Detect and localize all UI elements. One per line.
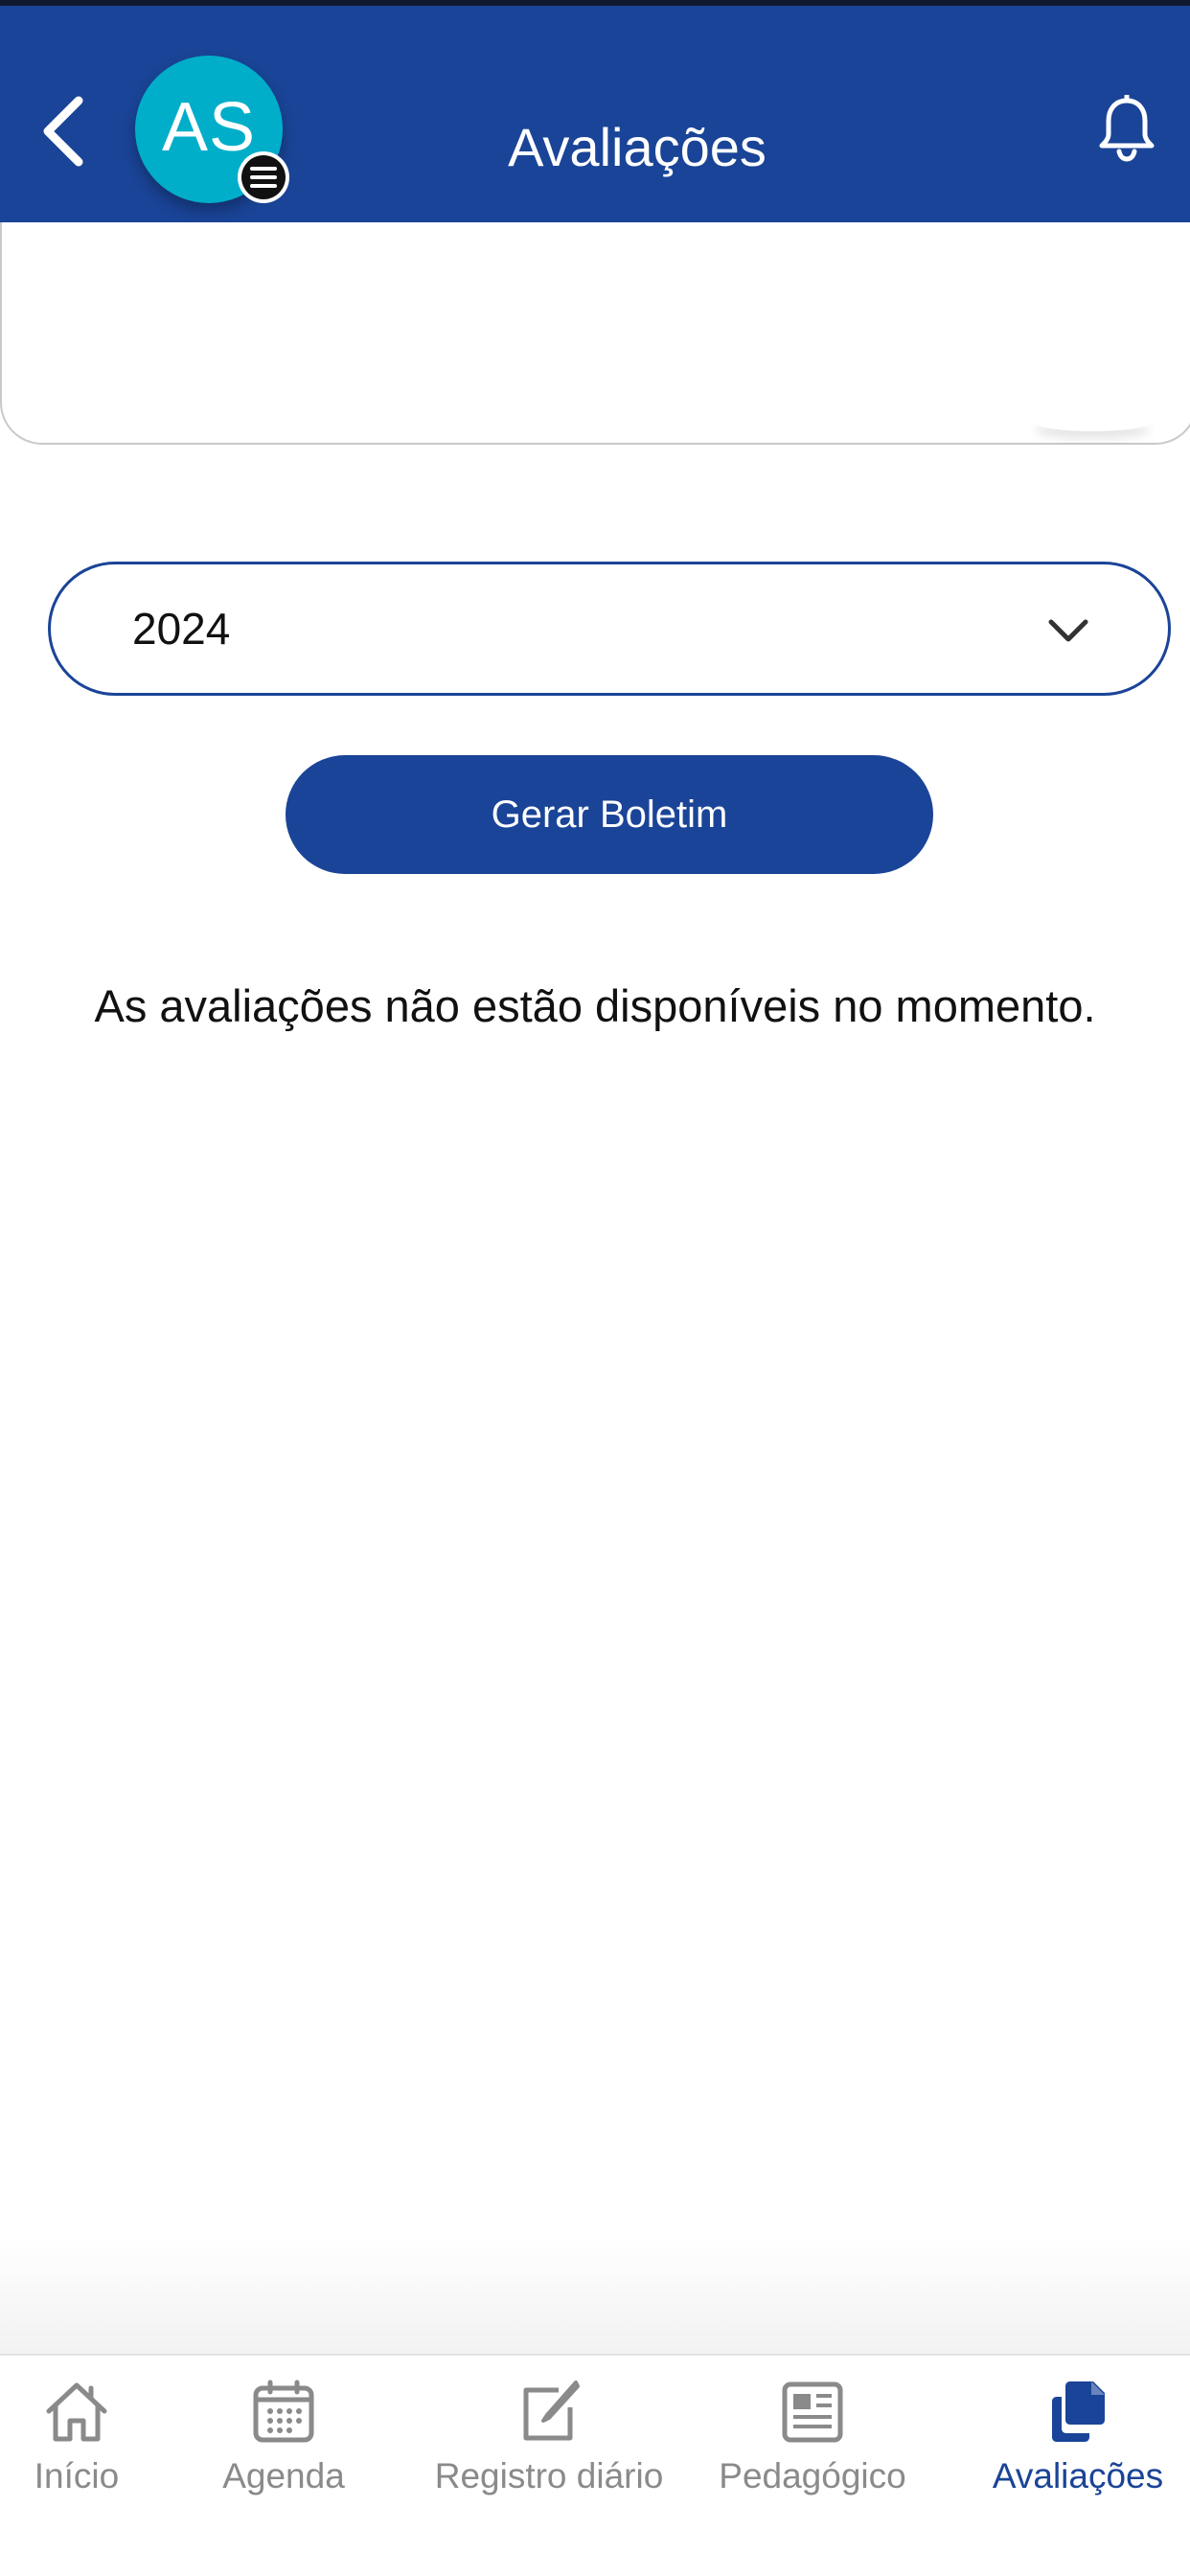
page-title: Avaliações bbox=[508, 117, 767, 177]
bottom-nav-shadow bbox=[0, 2233, 1190, 2354]
empty-state-message: As avaliações não estão disponíveis no m… bbox=[94, 980, 1096, 1031]
nav-label-registro-diario: Registro diário bbox=[434, 2456, 664, 2496]
nav-label-agenda: Agenda bbox=[222, 2456, 345, 2496]
home-icon bbox=[42, 2377, 111, 2446]
app-header: AS Avaliações bbox=[0, 6, 1190, 222]
bell-icon bbox=[1099, 95, 1155, 162]
content-card bbox=[0, 222, 1190, 445]
notifications-button[interactable] bbox=[1088, 86, 1165, 172]
chevron-left-icon bbox=[43, 96, 83, 167]
nav-label-inicio: Início bbox=[34, 2456, 120, 2496]
menu-icon bbox=[241, 155, 286, 199]
edit-icon bbox=[515, 2377, 584, 2446]
bottom-nav: Início Agenda Registro diário Pedagógico… bbox=[0, 2354, 1190, 2576]
chevron-down-icon bbox=[1047, 610, 1089, 653]
nav-item-registro-diario[interactable]: Registro diário bbox=[427, 2377, 671, 2530]
card-shadow bbox=[1035, 414, 1150, 431]
year-select-value: 2024 bbox=[132, 604, 231, 654]
avatar-initials: AS bbox=[161, 89, 257, 166]
avatar-menu-button[interactable] bbox=[238, 151, 289, 203]
back-button[interactable] bbox=[33, 88, 94, 174]
year-select[interactable]: 2024 bbox=[48, 562, 1171, 696]
nav-item-agenda[interactable]: Agenda bbox=[207, 2377, 360, 2530]
nav-label-pedagogico: Pedagógico bbox=[719, 2456, 906, 2496]
nav-label-avaliacoes: Avaliações bbox=[992, 2456, 1164, 2496]
documents-icon bbox=[1043, 2377, 1112, 2446]
calendar-icon bbox=[249, 2377, 318, 2446]
newspaper-icon bbox=[778, 2377, 847, 2446]
nav-item-inicio[interactable]: Início bbox=[19, 2377, 134, 2530]
generate-report-button[interactable]: Gerar Boletim bbox=[286, 755, 933, 874]
nav-item-pedagogico[interactable]: Pedagógico bbox=[715, 2377, 910, 2530]
nav-item-avaliacoes[interactable]: Avaliações bbox=[985, 2377, 1171, 2530]
